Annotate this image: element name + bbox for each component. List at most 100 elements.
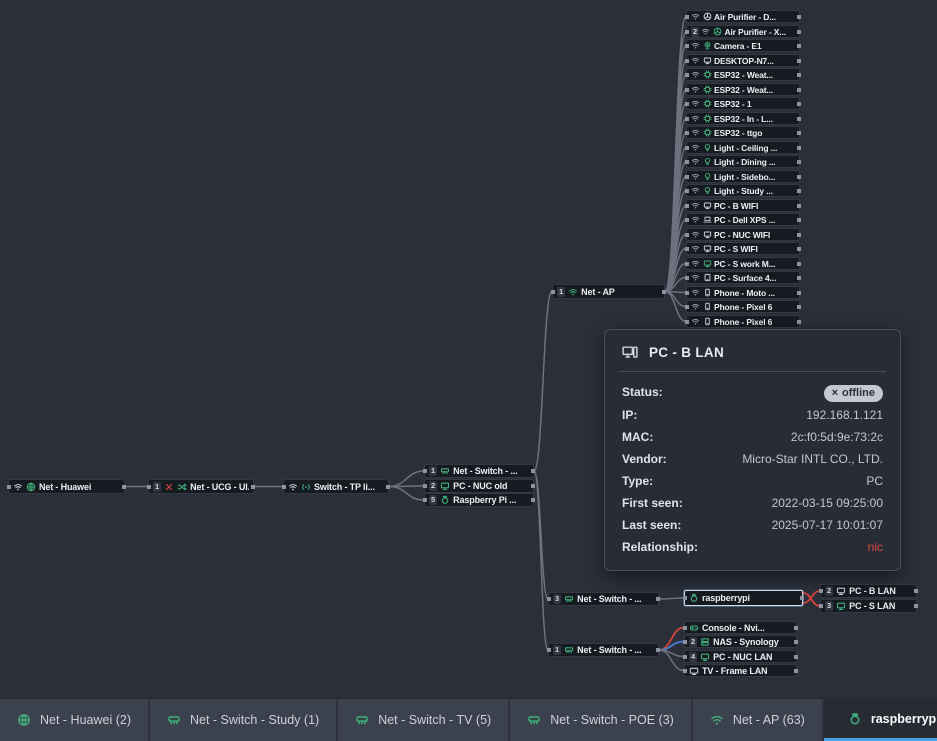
raspberry-icon <box>440 495 450 505</box>
tab-net-ap[interactable]: Net - AP (63) <box>693 699 824 741</box>
node-label: PC - NUC LAN <box>713 652 792 662</box>
node-ap-esp32-weat1[interactable]: ESP32 - Weat... <box>686 68 800 81</box>
left-port <box>685 15 689 19</box>
right-port <box>797 73 801 77</box>
node-label: Net - Switch - ... <box>577 594 654 604</box>
node-pc-s-lan[interactable]: 3PC - S LAN <box>820 599 917 613</box>
node-rpi-mid[interactable]: 5Raspberry Pi ... <box>424 493 534 507</box>
node-ap-esp32-ttgo[interactable]: ESP32 - ttgo <box>686 126 800 139</box>
tab-net-switch-poe[interactable]: Net - Switch - POE (3) <box>510 699 693 741</box>
chip-icon <box>703 128 712 137</box>
node-ucg[interactable]: 1Net - UCG - Ul... <box>148 479 254 494</box>
node-ap-air-purifier-d[interactable]: Air Purifier - D... <box>686 10 800 23</box>
detail-row-type: Type:PC <box>605 470 900 492</box>
node-label: PC - S work M... <box>714 259 795 269</box>
node-ap-pc-dell-xps[interactable]: PC - Dell XPS ... <box>686 213 800 226</box>
tab-net-huawei[interactable]: Net - Huawei (2) <box>0 699 150 741</box>
node-console[interactable]: Console - Nvi... <box>684 621 797 634</box>
node-label: Net - Switch - ... <box>453 466 529 476</box>
node-ap-pc-b-wifi[interactable]: PC - B WIFI <box>686 199 800 212</box>
node-label: PC - Surface 4... <box>714 273 795 283</box>
left-port <box>683 626 687 630</box>
right-port <box>797 15 801 19</box>
node-ap-esp32-in-l[interactable]: ESP32 - In - L... <box>686 112 800 125</box>
monitor-icon <box>703 259 712 268</box>
node-pc-nuc-lan[interactable]: 4PC - NUC LAN <box>684 650 797 663</box>
node-sw-bot[interactable]: 1Net - Switch - ... <box>548 643 659 657</box>
node-label: Light - Study ... <box>714 186 795 196</box>
node-label: PC - B WIFI <box>714 201 795 211</box>
node-ap-light-ceiling[interactable]: Light - Ceiling ... <box>686 141 800 154</box>
left-port <box>685 218 689 222</box>
node-label: Air Purifier - X... <box>724 27 795 37</box>
bulb-icon <box>703 186 712 195</box>
wifi-icon <box>568 287 578 297</box>
tab-net-switch-tv[interactable]: Net - Switch - TV (5) <box>338 699 510 741</box>
node-label: Light - Ceiling ... <box>714 143 795 153</box>
node-ap-pc-surface[interactable]: PC - Surface 4... <box>686 271 800 284</box>
node-net-ap[interactable]: 1Net - AP <box>552 284 665 299</box>
node-huawei[interactable]: Net - Huawei <box>8 479 125 494</box>
left-port <box>685 131 689 135</box>
left-port <box>7 485 11 489</box>
node-pc-nuc-old[interactable]: 2PC - NUC old <box>424 479 534 493</box>
chip-icon <box>703 85 712 94</box>
wifi-icon <box>691 201 700 210</box>
node-ap-pc-nuc-wifi[interactable]: PC - NUC WIFI <box>686 228 800 241</box>
node-label: ESP32 - In - L... <box>714 114 795 124</box>
detail-label: Relationship: <box>622 539 698 556</box>
right-port <box>797 131 801 135</box>
chip-icon <box>703 114 712 123</box>
left-port <box>685 291 689 295</box>
right-port <box>251 485 255 489</box>
right-port <box>797 305 801 309</box>
left-port <box>685 247 689 251</box>
node-label: Console - Nvi... <box>702 623 792 633</box>
node-label: Net - Switch - ... <box>577 645 654 655</box>
node-ap-esp32-weat2[interactable]: ESP32 - Weat... <box>686 83 800 96</box>
right-port <box>800 596 804 600</box>
node-ap-pc-s-work[interactable]: PC - S work M... <box>686 257 800 270</box>
node-ap-phone-pixel6-a[interactable]: Phone - Pixel 6 <box>686 300 800 313</box>
right-port <box>914 589 918 593</box>
node-label: PC - Dell XPS ... <box>714 215 795 225</box>
tab-net-switch-study[interactable]: Net - Switch - Study (1) <box>150 699 338 741</box>
camera-icon <box>703 41 712 50</box>
node-label: ESP32 - Weat... <box>714 85 795 95</box>
node-ap-camera-e1[interactable]: Camera - E1 <box>686 39 800 52</box>
left-port <box>685 73 689 77</box>
left-port <box>547 597 551 601</box>
wifi-icon <box>691 215 700 224</box>
node-ap-light-dining[interactable]: Light - Dining ... <box>686 155 800 168</box>
node-ap-pc-s-wifi[interactable]: PC - S WIFI <box>686 242 800 255</box>
gamepad-icon <box>689 623 699 633</box>
tv-icon <box>689 666 699 676</box>
node-rpi-sel[interactable]: raspberrypi <box>684 590 803 606</box>
ethernet-icon <box>564 594 574 604</box>
node-pc-b-lan[interactable]: 2PC - B LAN <box>820 584 917 598</box>
node-ap-light-sidebo[interactable]: Light - Sidebo... <box>686 170 800 183</box>
node-label: PC - S LAN <box>849 601 912 611</box>
node-ap-phone-pixel6-b[interactable]: Phone - Pixel 6 <box>686 315 800 328</box>
wifi-icon <box>691 302 700 311</box>
node-sw-a[interactable]: 1Net - Switch - ... <box>424 464 534 478</box>
left-port <box>683 655 687 659</box>
wifi-icon <box>691 186 700 195</box>
wifi-icon <box>691 56 700 65</box>
node-nas[interactable]: 2NAS - Synology <box>684 635 797 648</box>
tab-raspberrypi[interactable]: raspberrypi (2) <box>824 699 937 741</box>
left-port <box>147 485 151 489</box>
right-port <box>797 218 801 222</box>
left-port <box>685 320 689 324</box>
node-ap-desktop[interactable]: DESKTOP-N7... <box>686 54 800 67</box>
right-port <box>794 640 798 644</box>
tab-label: Net - Switch - TV (5) <box>378 713 491 727</box>
node-ap-light-study[interactable]: Light - Study ... <box>686 184 800 197</box>
node-sw-mid[interactable]: 3Net - Switch - ... <box>548 592 659 606</box>
node-ap-phone-moto[interactable]: Phone - Moto ... <box>686 286 800 299</box>
left-port <box>685 262 689 266</box>
node-ap-esp32-1[interactable]: ESP32 - 1 <box>686 97 800 110</box>
node-switchtp[interactable]: Switch - TP li... <box>283 479 389 494</box>
node-tv-frame[interactable]: TV - Frame LAN <box>684 664 797 677</box>
node-ap-air-purifier-x[interactable]: 2Air Purifier - X... <box>686 25 800 38</box>
